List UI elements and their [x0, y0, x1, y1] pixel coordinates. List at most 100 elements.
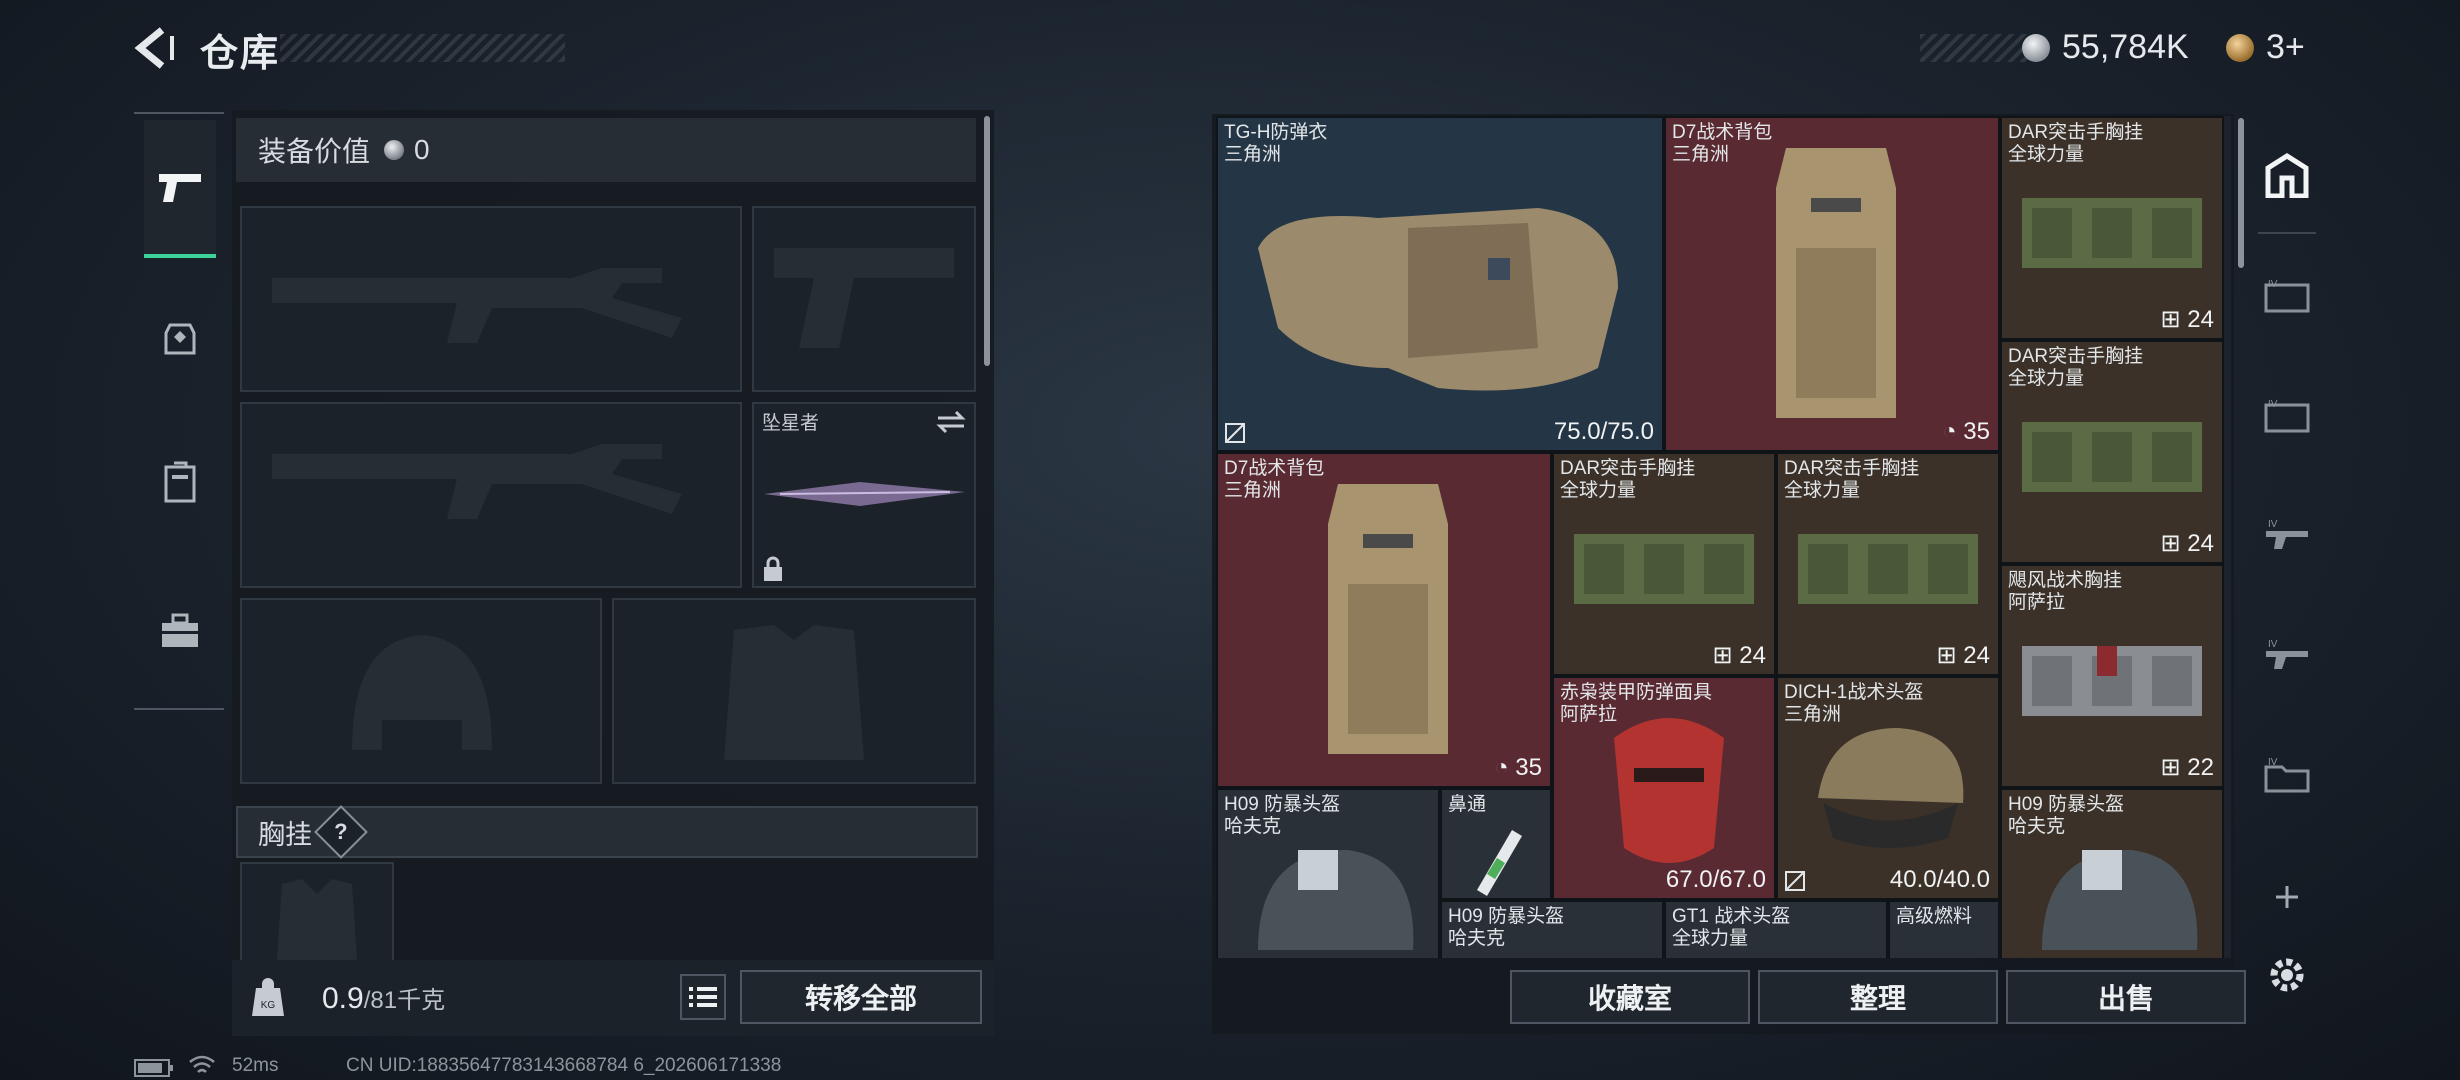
weapon-case-icon: IV: [2266, 639, 2308, 669]
helmet-image: [1818, 728, 1964, 848]
weapon-case-icon: IV: [2266, 519, 2308, 549]
stash-item[interactable]: H09 防暴头盔 哈夫克: [1216, 788, 1440, 958]
equipment-value-bar: 装备价值 0: [236, 118, 976, 182]
stash-item[interactable]: DICH-1战术头盔 三角洲 40.0/40.0: [1776, 676, 2000, 900]
armor-silhouette-icon: [724, 625, 864, 760]
chest-rig-slot[interactable]: [240, 862, 394, 962]
tab-divider: [134, 708, 224, 710]
silver-currency[interactable]: 55,784K: [2062, 28, 2189, 67]
item-name: 高级燃料: [1896, 906, 1973, 927]
stash-item[interactable]: DAR突击手胸挂 全球力量 ⊞ 24: [2000, 340, 2224, 564]
helmet-image: [1258, 850, 1414, 950]
item-name: GT1 战术头盔: [1672, 906, 1791, 927]
back-arrow-icon: [134, 27, 174, 69]
ping-text: 52ms: [232, 1055, 279, 1076]
tab-armor[interactable]: [144, 272, 216, 402]
pistol-silhouette-icon: [774, 248, 954, 348]
helmet-image: [2042, 850, 2198, 950]
loadout-scrollbar[interactable]: [984, 116, 990, 366]
currency-decoration: [1920, 34, 2030, 62]
uid-text: CN UID:18835647783143668784 6_2026061713…: [346, 1055, 782, 1076]
transfer-all-button[interactable]: 转移全部: [740, 970, 982, 1024]
stash-item[interactable]: DAR突击手胸挂 全球力量 ⊞ 24: [2000, 116, 2224, 340]
stash-item[interactable]: D7战术背包 三角洲 ◔ 35: [1664, 116, 2000, 452]
item-origin: 阿萨拉: [2008, 592, 2066, 613]
back-button[interactable]: [132, 26, 176, 70]
svg-text:IV: IV: [2268, 399, 2278, 410]
item-stat: 67.0/67.0: [1665, 866, 1766, 893]
item-name: 鼻通: [1448, 794, 1487, 815]
sell-button[interactable]: 出售: [2006, 970, 2246, 1024]
side-tab-case-1[interactable]: IV: [2258, 250, 2316, 340]
svg-text:IV: IV: [2268, 279, 2278, 290]
body-armor-slot[interactable]: [612, 598, 976, 784]
stash-item[interactable]: D7战术背包 三角洲 ◔ 35: [1216, 452, 1552, 788]
side-tab-stash[interactable]: [2258, 130, 2316, 220]
rifle-silhouette-icon: [272, 268, 682, 343]
sort-button[interactable]: 整理: [1758, 970, 1998, 1024]
side-tab-case-2[interactable]: IV: [2258, 370, 2316, 460]
list-icon: [689, 987, 717, 1007]
capacity-icon: ⊞: [1936, 642, 1964, 669]
stash-item[interactable]: 高级燃料: [1888, 900, 2000, 958]
settings-button[interactable]: [2266, 954, 2308, 996]
side-divider: [2258, 232, 2316, 234]
stash-item[interactable]: TG-H防弹衣 三角洲 75.0/75.0: [1216, 116, 1664, 452]
melee-knife-icon: [764, 482, 965, 506]
stash-item[interactable]: DAR突击手胸挂 全球力量 ⊞ 24: [1552, 452, 1776, 676]
gold-coin-icon: [2226, 34, 2254, 62]
body-armor-image: [1258, 208, 1618, 391]
helmet-slot[interactable]: [240, 598, 602, 784]
pistol-icon: [159, 174, 201, 202]
stash-icon: [2265, 153, 2309, 198]
item-capacity: ◔ 35: [1942, 418, 1990, 445]
stash-item[interactable]: 飓风战术胸挂 阿萨拉 ⊞ 22: [2000, 564, 2224, 788]
sidearm-slot[interactable]: [752, 206, 976, 392]
capacity-icon: ◔: [1942, 418, 1964, 445]
capacity-icon: ⊞: [2160, 306, 2188, 333]
tab-container[interactable]: [144, 418, 216, 548]
weight-max: /81千克: [363, 987, 446, 1014]
stash-item[interactable]: H09 防暴头盔 哈夫克: [2000, 788, 2224, 958]
stash-item[interactable]: GT1 战术头盔 全球力量: [1664, 900, 1888, 958]
stash-item[interactable]: DAR突击手胸挂 全球力量 ⊞ 24: [1776, 452, 2000, 676]
chest-rig-silhouette-icon: [277, 879, 357, 960]
lock-icon: [764, 556, 782, 581]
primary-weapon-slot[interactable]: [240, 206, 742, 392]
list-view-button[interactable]: [680, 974, 726, 1020]
vault-button[interactable]: 收藏室: [1510, 970, 1750, 1024]
item-name: DAR突击手胸挂: [2008, 122, 2144, 143]
item-origin: 全球力量: [1672, 928, 1749, 949]
side-tab-folder-case[interactable]: IV: [2258, 730, 2316, 820]
weight-display: 0.9/81千克: [322, 980, 445, 1016]
stash-item[interactable]: 赤枭装甲防弹面具 阿萨拉 67.0/67.0: [1552, 676, 1776, 900]
equipment-value: 0: [414, 134, 430, 165]
wifi-icon: [188, 1054, 216, 1078]
gold-currency[interactable]: 3+: [2266, 28, 2305, 67]
capacity-icon: ⊞: [1712, 642, 1740, 669]
add-case-button[interactable]: [2270, 880, 2304, 914]
item-name: H09 防暴头盔: [1224, 794, 1341, 815]
stash-item[interactable]: H09 防暴头盔 哈夫克: [1440, 900, 1664, 958]
item-origin: 全球力量: [2008, 368, 2085, 389]
item-origin: 全球力量: [1784, 480, 1861, 501]
swap-icon[interactable]: [936, 410, 966, 434]
item-name: DICH-1战术头盔: [1784, 682, 1924, 703]
tab-toolbox[interactable]: [144, 566, 216, 696]
page-title: 仓库: [200, 33, 281, 75]
chest-rig-header: 胸挂 ?: [236, 805, 978, 859]
svg-text:IV: IV: [2268, 519, 2278, 530]
side-tab-weapon-case-2[interactable]: IV: [2258, 610, 2316, 700]
secondary-weapon-slot[interactable]: [240, 402, 742, 588]
item-capacity: ⊞ 24: [1936, 642, 1990, 669]
side-tab-weapon-case-1[interactable]: IV: [2258, 490, 2316, 580]
weight-icon: KG: [250, 978, 286, 1018]
tab-weapons[interactable]: [144, 120, 216, 258]
melee-slot[interactable]: 坠星者: [752, 402, 976, 588]
item-origin: 哈夫克: [1448, 928, 1506, 949]
stash-scrollbar[interactable]: [2238, 118, 2244, 268]
stash-item[interactable]: 鼻通: [1440, 788, 1552, 900]
case-tier4-icon: IV: [2264, 279, 2310, 313]
help-icon[interactable]: ?: [314, 805, 368, 859]
chest-rig-image: [1574, 534, 1754, 604]
